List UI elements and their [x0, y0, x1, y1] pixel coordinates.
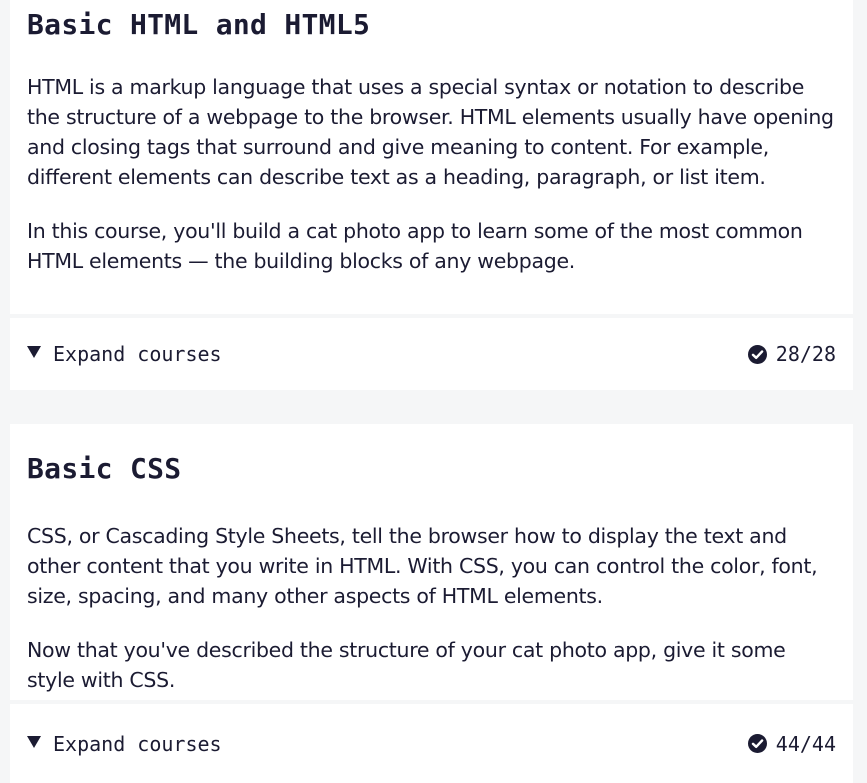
expand-courses-label: Expand courses: [53, 342, 222, 366]
superblock-card-css: Basic CSS CSS, or Cascading Style Sheets…: [10, 424, 853, 783]
card-description-paragraph: CSS, or Cascading Style Sheets, tell the…: [27, 524, 818, 608]
card-body: Basic HTML and HTML5 HTML is a markup la…: [10, 0, 853, 276]
card-description-paragraph: Now that you've described the structure …: [27, 638, 786, 692]
card-title: Basic HTML and HTML5: [27, 8, 371, 41]
card-description-paragraph: HTML is a markup language that uses a sp…: [27, 75, 834, 189]
progress-count: 44/44: [775, 731, 836, 756]
progress-indicator: 44/44: [747, 731, 836, 756]
card-description-paragraph: In this course, you'll build a cat photo…: [27, 219, 803, 273]
check-circle-icon: [747, 344, 767, 364]
expand-courses-button[interactable]: Expand courses: [27, 342, 222, 366]
caret-down-icon: [27, 735, 41, 748]
progress-indicator: 28/28: [747, 342, 836, 366]
card-body: Basic CSS CSS, or Cascading Style Sheets…: [10, 424, 853, 695]
page: Basic HTML and HTML5 HTML is a markup la…: [0, 0, 867, 783]
card-footer: Expand courses 28/28: [10, 318, 853, 390]
progress-count: 28/28: [775, 342, 836, 366]
expand-courses-label: Expand courses: [53, 731, 222, 756]
superblock-card-html: Basic HTML and HTML5 HTML is a markup la…: [10, 0, 853, 390]
check-circle-icon: [747, 734, 767, 753]
card-footer: Expand courses 44/44: [10, 704, 853, 783]
caret-down-icon: [27, 346, 41, 358]
expand-courses-button[interactable]: Expand courses: [27, 732, 222, 756]
card-title: Basic CSS: [27, 452, 182, 485]
